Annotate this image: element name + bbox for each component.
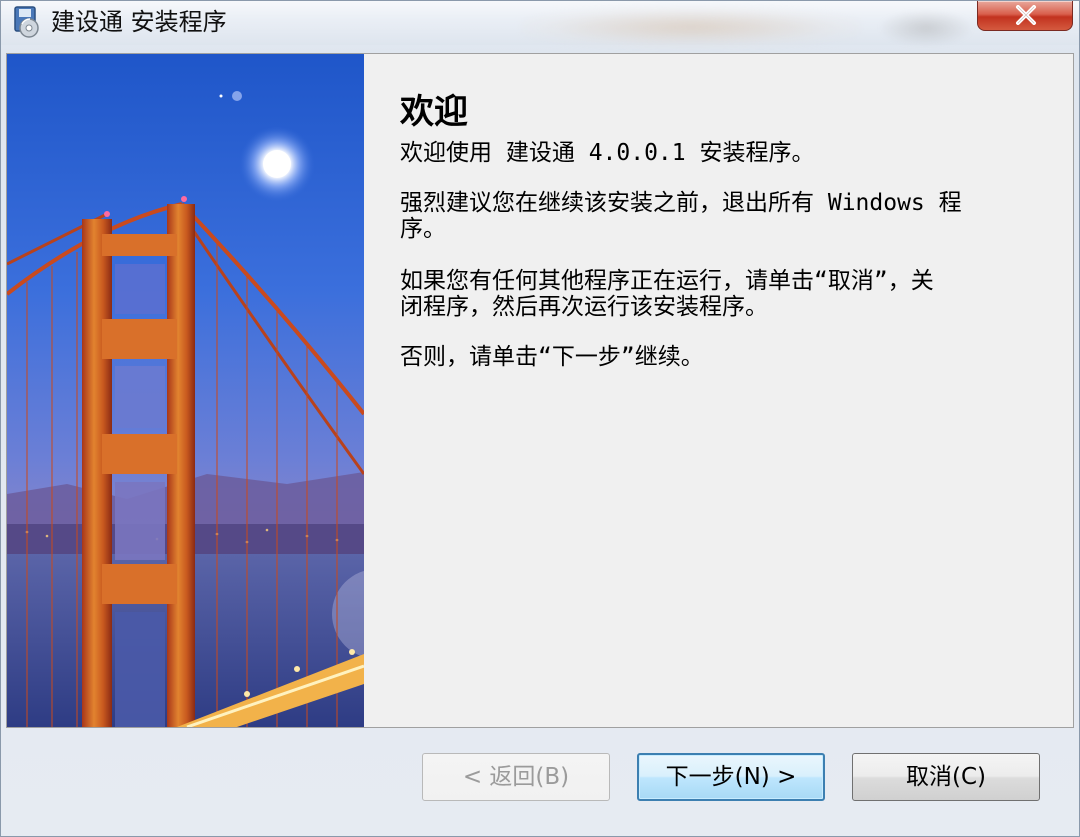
welcome-text: 欢迎使用 建设通 4.0.0.1 安装程序。 — [400, 140, 815, 166]
back-button[interactable]: < 返回(B) — [422, 753, 610, 801]
close-programs-advice: 强烈建议您在继续该安装之前，退出所有 Windows 程 序。 — [400, 190, 962, 242]
installer-window: 建设通 安装程序 欢迎 欢迎使用 建设通 4.0.0.1 安装程序。 强烈建议您… — [0, 0, 1080, 837]
next-button[interactable]: 下一步(N) > — [637, 753, 825, 801]
continue-instructions: 否则，请单击“下一步”继续。 — [400, 344, 704, 370]
title-bar[interactable]: 建设通 安装程序 — [1, 1, 1079, 47]
cancel-instructions: 如果您有任何其他程序正在运行，请单击“取消”，关 闭程序，然后再次运行该安装程序… — [400, 268, 934, 320]
wizard-panel: 欢迎 欢迎使用 建设通 4.0.0.1 安装程序。 强烈建议您在继续该安装之前，… — [6, 53, 1074, 728]
bridge-tower — [82, 196, 195, 727]
window-title: 建设通 安装程序 — [51, 8, 227, 36]
close-button[interactable] — [977, 1, 1073, 31]
golden-gate-bridge-illustration — [7, 54, 364, 727]
close-x-icon — [1016, 5, 1036, 25]
installer-disk-icon — [9, 5, 43, 39]
background-blur — [881, 11, 971, 45]
cancel-button[interactable]: 取消(C) — [852, 753, 1040, 801]
page-heading: 欢迎 — [400, 92, 468, 132]
background-blur — [521, 7, 861, 47]
